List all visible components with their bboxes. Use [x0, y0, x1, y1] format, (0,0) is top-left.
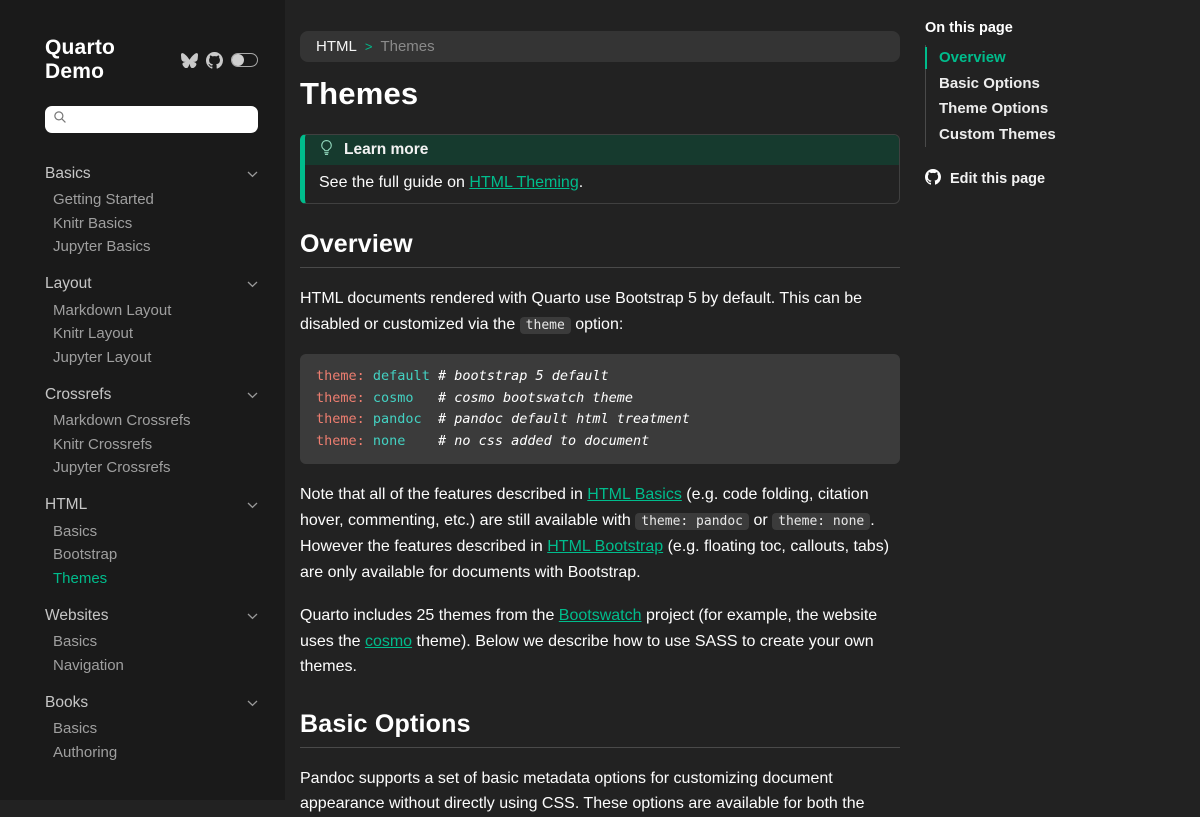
toc-sidebar: On this page Overview Basic Options Them…: [900, 0, 1200, 800]
sidebar-item-jupyter-layout[interactable]: Jupyter Layout: [53, 346, 258, 370]
code-line: theme: cosmo # cosmo bootswatch theme: [316, 388, 884, 410]
code-line: theme: none # no css added to document: [316, 431, 884, 453]
sidebar-section-html: HTML Basics Bootstrap Themes: [45, 493, 258, 591]
inline-code: theme: [520, 317, 571, 334]
toggle-knob: [232, 54, 244, 66]
sidebar-item-knitr-basics[interactable]: Knitr Basics: [53, 212, 258, 236]
section-label: Crossrefs: [45, 386, 111, 404]
sidebar-item-getting-started[interactable]: Getting Started: [53, 188, 258, 212]
toc-item-basic-options[interactable]: Basic Options: [926, 71, 1190, 97]
sidebar-item-jupyter-basics[interactable]: Jupyter Basics: [53, 235, 258, 259]
theme-toggle-icon[interactable]: [231, 53, 258, 67]
toc-item-overview[interactable]: Overview: [926, 45, 1190, 71]
inline-link[interactable]: Bootswatch: [559, 607, 642, 624]
inline-link[interactable]: cosmo: [365, 633, 412, 650]
sidebar-section-basics: Basics Getting Started Knitr Basics Jupy…: [45, 161, 258, 259]
toc-item-theme-options[interactable]: Theme Options: [926, 96, 1190, 122]
sidebar-item-authoring[interactable]: Authoring: [53, 741, 258, 765]
inline-code: theme: none: [772, 513, 870, 530]
github-icon: [925, 169, 941, 189]
sidebar-item-jupyter-crossrefs[interactable]: Jupyter Crossrefs: [53, 456, 258, 480]
section-label: HTML: [45, 496, 87, 514]
search-icon: [53, 110, 67, 129]
section-heading-basic-options: Basic Options: [300, 710, 900, 748]
callout-tip: Learn more See the full guide on HTML Th…: [300, 134, 900, 204]
sidebar-item-websites-basics[interactable]: Basics: [53, 630, 258, 654]
brand-icons: [181, 52, 258, 69]
section-heading-overview: Overview: [300, 230, 900, 268]
inline-link[interactable]: HTML Theming: [469, 174, 578, 191]
sidebar-item-knitr-crossrefs[interactable]: Knitr Crossrefs: [53, 433, 258, 457]
section-label: Websites: [45, 607, 108, 625]
search-input[interactable]: [73, 111, 253, 128]
site-title[interactable]: Quarto Demo: [45, 36, 170, 84]
sidebar-item-markdown-crossrefs[interactable]: Markdown Crossrefs: [53, 409, 258, 433]
sidebar-item-html-basics[interactable]: Basics: [53, 520, 258, 544]
sidebar-section-layout-header[interactable]: Layout: [45, 272, 258, 297]
sidebar-section-books: Books Basics Authoring: [45, 690, 258, 764]
chevron-down-icon[interactable]: [247, 165, 258, 183]
paragraph: Note that all of the features described …: [300, 482, 900, 585]
paragraph: Quarto includes 25 themes from the Boots…: [300, 603, 900, 680]
github-icon[interactable]: [206, 52, 223, 69]
sidebar-section-crossrefs: Crossrefs Markdown Crossrefs Knitr Cross…: [45, 382, 258, 480]
sidebar-section-books-header[interactable]: Books: [45, 690, 258, 715]
sidebar-section-crossrefs-header[interactable]: Crossrefs: [45, 382, 258, 407]
breadcrumb-current: Themes: [380, 38, 434, 55]
sidebar-item-books-basics[interactable]: Basics: [53, 717, 258, 741]
sidebar-item-bootstrap[interactable]: Bootstrap: [53, 543, 258, 567]
section-items: Basics Authoring: [53, 717, 258, 764]
breadcrumb-separator: >: [365, 39, 373, 54]
sidebar-nav: Basics Getting Started Knitr Basics Jupy…: [45, 161, 258, 764]
section-items: Markdown Crossrefs Knitr Crossrefs Jupyt…: [53, 409, 258, 480]
sidebar-section-basics-header[interactable]: Basics: [45, 161, 258, 186]
breadcrumb: HTML > Themes: [300, 31, 900, 62]
chevron-down-icon[interactable]: [247, 694, 258, 712]
callout-title: Learn more: [344, 141, 428, 159]
toc-list: Overview Basic Options Theme Options Cus…: [925, 45, 1190, 147]
paragraph: HTML documents rendered with Quarto use …: [300, 286, 900, 338]
sidebar-section-layout: Layout Markdown Layout Knitr Layout Jupy…: [45, 272, 258, 370]
section-items: Basics Navigation: [53, 630, 258, 677]
callout-header: Learn more: [305, 135, 899, 165]
section-label: Books: [45, 694, 88, 712]
chevron-down-icon[interactable]: [247, 496, 258, 514]
inline-link[interactable]: HTML Basics: [587, 486, 682, 503]
search-box[interactable]: [45, 106, 258, 133]
main-content: HTML > Themes Themes Learn more See the …: [285, 0, 900, 800]
edit-this-page-label: Edit this page: [950, 171, 1045, 187]
breadcrumb-link-html[interactable]: HTML: [316, 38, 357, 55]
section-items: Basics Bootstrap Themes: [53, 520, 258, 591]
chevron-down-icon[interactable]: [247, 386, 258, 404]
section-items: Getting Started Knitr Basics Jupyter Bas…: [53, 188, 258, 259]
chevron-down-icon[interactable]: [247, 607, 258, 625]
edit-this-page-link[interactable]: Edit this page: [925, 169, 1190, 189]
page-title: Themes: [300, 76, 900, 112]
toc-item-custom-themes[interactable]: Custom Themes: [926, 122, 1190, 148]
sidebar-section-websites: Websites Basics Navigation: [45, 603, 258, 677]
section-items: Markdown Layout Knitr Layout Jupyter Lay…: [53, 299, 258, 370]
sidebar-item-knitr-layout[interactable]: Knitr Layout: [53, 322, 258, 346]
section-label: Layout: [45, 275, 92, 293]
code-block: theme: default # bootstrap 5 default the…: [300, 354, 900, 464]
code-line: theme: pandoc # pandoc default html trea…: [316, 409, 884, 431]
sidebar-item-themes[interactable]: Themes: [53, 567, 258, 591]
sidebar-item-navigation[interactable]: Navigation: [53, 654, 258, 678]
sidebar-item-markdown-layout[interactable]: Markdown Layout: [53, 299, 258, 323]
paragraph: Pandoc supports a set of basic metadata …: [300, 766, 900, 817]
lightbulb-icon: [319, 139, 334, 161]
left-sidebar: Quarto Demo Basics Getting Started Kn: [0, 0, 285, 800]
brand-row: Quarto Demo: [45, 36, 258, 84]
code-line: theme: default # bootstrap 5 default: [316, 366, 884, 388]
callout-body: See the full guide on HTML Theming.: [305, 165, 899, 203]
inline-link[interactable]: HTML Bootstrap: [547, 538, 663, 555]
toc-title: On this page: [925, 20, 1190, 36]
section-label: Basics: [45, 165, 91, 183]
inline-code: theme: pandoc: [635, 513, 749, 530]
sidebar-section-websites-header[interactable]: Websites: [45, 603, 258, 628]
sidebar-section-html-header[interactable]: HTML: [45, 493, 258, 518]
bluesky-icon[interactable]: [181, 52, 198, 68]
chevron-down-icon[interactable]: [247, 275, 258, 293]
